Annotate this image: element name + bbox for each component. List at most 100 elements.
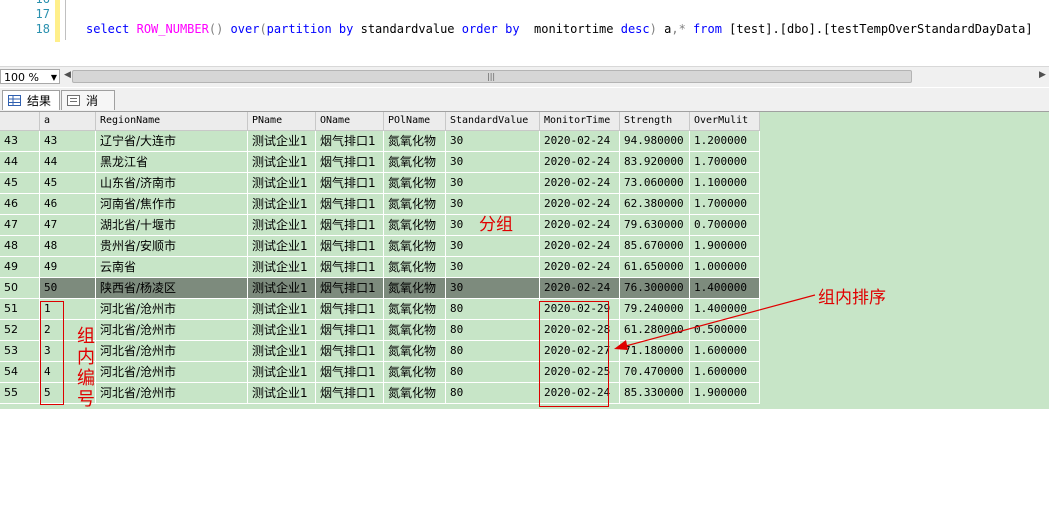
row-number[interactable]: 50 xyxy=(0,278,40,299)
grid-cell[interactable]: 氮氧化物 xyxy=(384,383,446,404)
grid-cell[interactable]: 30 xyxy=(446,278,540,299)
zoom-select[interactable]: 100 % ▼ xyxy=(0,69,60,84)
grid-cell[interactable]: 烟气排口1 xyxy=(316,194,384,215)
grid-cell[interactable]: 氮氧化物 xyxy=(384,341,446,362)
column-header[interactable]: Strength xyxy=(620,112,690,131)
grid-cell[interactable]: 测试企业1 xyxy=(248,362,316,383)
grid-cell[interactable]: 云南省 xyxy=(96,257,248,278)
grid-cell[interactable]: 80 xyxy=(446,341,540,362)
grid-cell[interactable]: 2020-02-24 xyxy=(540,257,620,278)
grid-cell[interactable]: 河北省/沧州市 xyxy=(96,362,248,383)
grid-cell[interactable]: 80 xyxy=(446,383,540,404)
grid-cell[interactable]: 30 xyxy=(446,257,540,278)
column-header[interactable]: RegionName xyxy=(96,112,248,131)
grid-cell[interactable]: 2020-02-24 xyxy=(540,236,620,257)
grid-cell[interactable]: 测试企业1 xyxy=(248,257,316,278)
grid-cell[interactable]: 氮氧化物 xyxy=(384,299,446,320)
grid-cell[interactable]: 30 xyxy=(446,131,540,152)
grid-cell[interactable]: 47 xyxy=(40,215,96,236)
table-row[interactable]: 45 45 山东省/济南市 测试企业1 烟气排口1 氮氧化物 30 2020-02-24 73.… xyxy=(0,173,760,194)
grid-cell[interactable]: 测试企业1 xyxy=(248,131,316,152)
grid-cell[interactable]: 测试企业1 xyxy=(248,236,316,257)
scroll-right-icon[interactable]: ▶ xyxy=(1039,70,1046,80)
grid-cell[interactable]: 50 xyxy=(40,278,96,299)
grid-cell[interactable]: 测试企业1 xyxy=(248,278,316,299)
row-number[interactable]: 53 xyxy=(0,341,40,362)
grid-cell[interactable]: 山东省/济南市 xyxy=(96,173,248,194)
grid-cell[interactable]: 80 xyxy=(446,299,540,320)
grid-cell[interactable]: 烟气排口1 xyxy=(316,299,384,320)
grid-cell[interactable]: 46 xyxy=(40,194,96,215)
grid-cell[interactable]: 1.900000 xyxy=(690,383,760,404)
row-number[interactable]: 52 xyxy=(0,320,40,341)
column-header[interactable]: a xyxy=(40,112,96,131)
grid-cell[interactable]: 氮氧化物 xyxy=(384,215,446,236)
tab-messages[interactable]: 消息 xyxy=(61,90,115,128)
grid-cell[interactable]: 测试企业1 xyxy=(248,320,316,341)
grid-cell[interactable]: 湖北省/十堰市 xyxy=(96,215,248,236)
grid-cell[interactable]: 45 xyxy=(40,173,96,194)
grid-cell[interactable]: 1.200000 xyxy=(690,131,760,152)
grid-cell[interactable]: 烟气排口1 xyxy=(316,383,384,404)
grid-cell[interactable]: 62.380000 xyxy=(620,194,690,215)
grid-cell[interactable]: 辽宁省/大连市 xyxy=(96,131,248,152)
grid-cell[interactable]: 氮氧化物 xyxy=(384,236,446,257)
grid-cell[interactable]: 43 xyxy=(40,131,96,152)
scroll-left-icon[interactable]: ◀ xyxy=(64,70,71,80)
grid-cell[interactable]: 1.900000 xyxy=(690,236,760,257)
row-number[interactable]: 47 xyxy=(0,215,40,236)
table-row[interactable]: 54 4 河北省/沧州市 测试企业1 烟气排口1 氮氧化物 80 2020-02-25 70.4… xyxy=(0,362,760,383)
tab-results[interactable]: 结果 xyxy=(2,90,60,110)
table-row[interactable]: 49 49 云南省 测试企业1 烟气排口1 氮氧化物 30 2020-02-24 61.6500… xyxy=(0,257,760,278)
grid-cell[interactable]: 测试企业1 xyxy=(248,299,316,320)
column-header[interactable]: PName xyxy=(248,112,316,131)
table-row[interactable]: 47 47 湖北省/十堰市 测试企业1 烟气排口1 氮氧化物 30 2020-02-24 79.… xyxy=(0,215,760,236)
grid-cell[interactable]: 0.700000 xyxy=(690,215,760,236)
grid-cell[interactable]: 测试企业1 xyxy=(248,215,316,236)
results-grid[interactable]: a RegionName PName OName POlName Standar… xyxy=(0,112,1049,509)
column-header[interactable]: MonitorTime xyxy=(540,112,620,131)
row-number[interactable]: 44 xyxy=(0,152,40,173)
row-number[interactable]: 45 xyxy=(0,173,40,194)
grid-cell[interactable]: 85.670000 xyxy=(620,236,690,257)
grid-cell[interactable]: 80 xyxy=(446,320,540,341)
grid-cell[interactable]: 1.600000 xyxy=(690,362,760,383)
grid-cell[interactable]: 氮氧化物 xyxy=(384,152,446,173)
grid-cell[interactable]: 氮氧化物 xyxy=(384,320,446,341)
grid-cell[interactable]: 烟气排口1 xyxy=(316,236,384,257)
grid-cell[interactable]: 测试企业1 xyxy=(248,341,316,362)
table-row[interactable]: 43 43 辽宁省/大连市 测试企业1 烟气排口1 氮氧化物 30 2020-02-24 94.… xyxy=(0,131,760,152)
column-header[interactable]: StandardValue xyxy=(446,112,540,131)
grid-cell[interactable]: 79.630000 xyxy=(620,215,690,236)
horizontal-scrollbar-thumb[interactable]: ||| xyxy=(72,70,912,83)
table-row[interactable]: 44 44 黑龙江省 测试企业1 烟气排口1 氮氧化物 30 2020-02-24 83.920… xyxy=(0,152,760,173)
grid-cell[interactable]: 2020-02-24 xyxy=(540,194,620,215)
column-header[interactable]: POlName xyxy=(384,112,446,131)
grid-cell[interactable]: 61.650000 xyxy=(620,257,690,278)
grid-cell[interactable]: 测试企业1 xyxy=(248,152,316,173)
grid-cell[interactable]: 94.980000 xyxy=(620,131,690,152)
grid-cell[interactable]: 70.470000 xyxy=(620,362,690,383)
grid-cell[interactable]: 烟气排口1 xyxy=(316,173,384,194)
grid-cell[interactable]: 1.000000 xyxy=(690,257,760,278)
grid-cell[interactable]: 80 xyxy=(446,362,540,383)
table-row[interactable]: 55 5 河北省/沧州市 测试企业1 烟气排口1 氮氧化物 80 2020-02-24 85.3… xyxy=(0,383,760,404)
grid-cell[interactable]: 河南省/焦作市 xyxy=(96,194,248,215)
grid-cell[interactable]: 1.700000 xyxy=(690,194,760,215)
chevron-down-icon[interactable]: ▼ xyxy=(51,70,57,85)
grid-cell[interactable]: 49 xyxy=(40,257,96,278)
grid-cell[interactable]: 测试企业1 xyxy=(248,173,316,194)
row-number[interactable]: 54 xyxy=(0,362,40,383)
grid-cell[interactable]: 黑龙江省 xyxy=(96,152,248,173)
grid-cell[interactable]: 河北省/沧州市 xyxy=(96,383,248,404)
grid-cell[interactable]: 73.060000 xyxy=(620,173,690,194)
grid-cell[interactable]: 2020-02-24 xyxy=(540,173,620,194)
column-header[interactable]: OverMulit xyxy=(690,112,760,131)
column-header[interactable]: OName xyxy=(316,112,384,131)
grid-cell[interactable]: 烟气排口1 xyxy=(316,341,384,362)
sql-editor[interactable]: 16 17 18 select ROW_NUMBER() over(partit… xyxy=(0,0,1049,66)
grid-cell[interactable]: 河北省/沧州市 xyxy=(96,299,248,320)
grid-cell[interactable]: 1.100000 xyxy=(690,173,760,194)
grid-cell[interactable]: 河北省/沧州市 xyxy=(96,320,248,341)
grid-cell[interactable]: 氮氧化物 xyxy=(384,278,446,299)
